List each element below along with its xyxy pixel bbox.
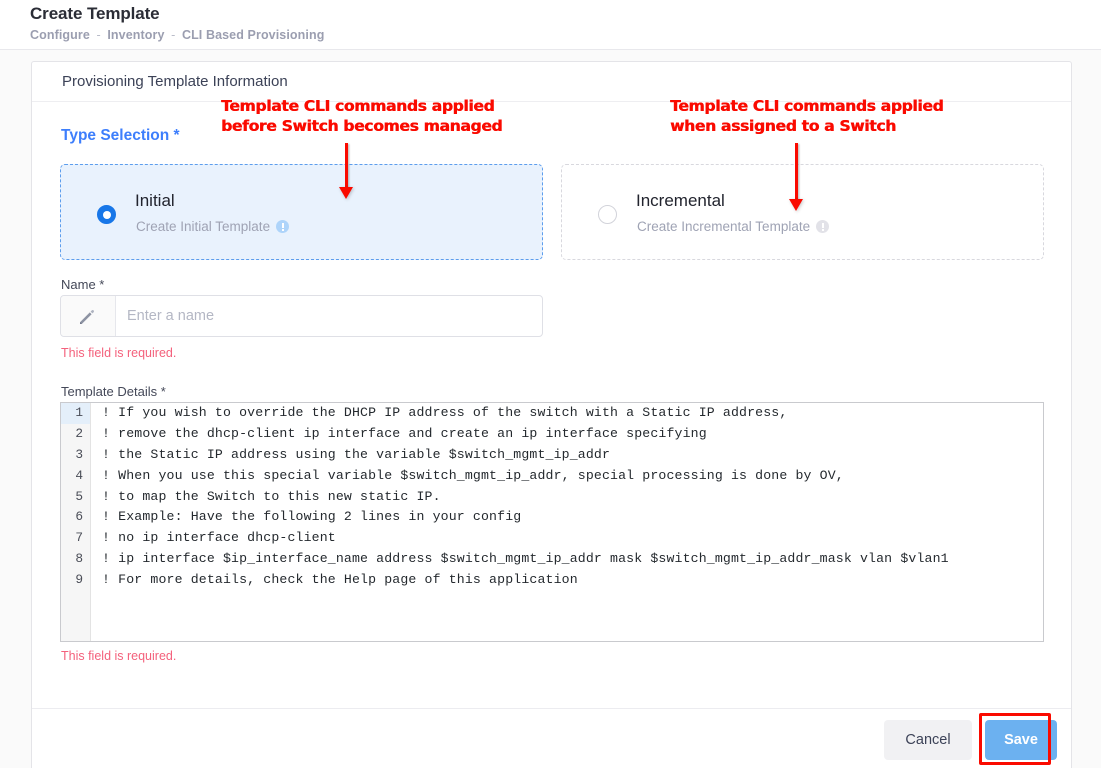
type-option-initial-subtitle: Create Initial Template xyxy=(136,219,289,234)
save-button[interactable]: Save xyxy=(985,720,1057,760)
editor-line-number: 5 xyxy=(61,487,90,508)
provisioning-template-panel: Provisioning Template Information Type S… xyxy=(31,61,1072,768)
name-field-label: Name * xyxy=(61,277,104,292)
editor-code-area[interactable]: ! If you wish to override the DHCP IP ad… xyxy=(92,403,1043,641)
editor-line-number: 9 xyxy=(61,570,90,591)
radio-initial[interactable] xyxy=(97,205,116,224)
editor-code-line[interactable]: ! When you use this special variable $sw… xyxy=(102,466,1043,487)
template-details-label: Template Details * xyxy=(61,384,166,399)
annotation-incremental-text: Template CLI commands applied when assig… xyxy=(670,96,943,136)
pencil-icon xyxy=(78,308,96,326)
down-arrow-icon xyxy=(789,143,803,213)
type-option-initial-title: Initial xyxy=(135,191,175,211)
down-arrow-icon xyxy=(339,143,353,201)
cancel-button[interactable]: Cancel xyxy=(884,720,972,760)
breadcrumb-item-configure[interactable]: Configure xyxy=(30,28,90,42)
editor-code-line[interactable]: ! ip interface $ip_interface_name addres… xyxy=(102,549,1043,570)
name-input[interactable] xyxy=(117,297,541,335)
editor-line-number: 4 xyxy=(61,466,90,487)
name-field-wrapper xyxy=(60,295,543,337)
editor-line-number: 2 xyxy=(61,424,90,445)
info-icon[interactable] xyxy=(816,220,829,233)
editor-code-line[interactable]: ! the Static IP address using the variab… xyxy=(102,445,1043,466)
annotation-initial-text: Template CLI commands applied before Swi… xyxy=(221,96,502,136)
editor-code-line[interactable]: ! For more details, check the Help page … xyxy=(102,570,1043,591)
dialog-footer: Cancel Save xyxy=(32,708,1071,768)
editor-code-line[interactable]: ! If you wish to override the DHCP IP ad… xyxy=(102,403,1043,424)
type-selection-label: Type Selection * xyxy=(61,127,180,145)
app-root: Create Template Configure - Inventory - … xyxy=(0,0,1101,768)
editor-code-line[interactable]: ! no ip interface dhcp-client xyxy=(102,528,1043,549)
editor-line-number: 7 xyxy=(61,528,90,549)
editor-code-line[interactable]: ! Example: Have the following 2 lines in… xyxy=(102,507,1043,528)
panel-title: Provisioning Template Information xyxy=(62,73,288,90)
breadcrumb-item-inventory[interactable]: Inventory xyxy=(107,28,164,42)
type-option-incremental-title: Incremental xyxy=(636,191,725,211)
type-option-initial-subtitle-text: Create Initial Template xyxy=(136,219,270,234)
info-icon[interactable] xyxy=(276,220,289,233)
breadcrumb-separator: - xyxy=(94,28,104,42)
type-option-incremental-subtitle-text: Create Incremental Template xyxy=(637,219,810,234)
radio-incremental[interactable] xyxy=(598,205,617,224)
page-title: Create Template xyxy=(30,4,160,24)
page-header: Create Template Configure - Inventory - … xyxy=(0,0,1101,50)
editor-line-number: 1 xyxy=(61,403,90,424)
template-details-editor[interactable]: 123456789 ! If you wish to override the … xyxy=(60,402,1044,642)
breadcrumb-separator: - xyxy=(168,28,178,42)
editor-code-line[interactable]: ! remove the dhcp-client ip interface an… xyxy=(102,424,1043,445)
breadcrumb-item-cli-based-provisioning[interactable]: CLI Based Provisioning xyxy=(182,28,325,42)
editor-code-line[interactable]: ! to map the Switch to this new static I… xyxy=(102,487,1043,508)
editor-line-number: 6 xyxy=(61,507,90,528)
type-option-incremental-subtitle: Create Incremental Template xyxy=(637,219,829,234)
breadcrumb: Configure - Inventory - CLI Based Provis… xyxy=(30,28,324,42)
editor-line-number: 3 xyxy=(61,445,90,466)
type-option-initial[interactable]: Initial Create Initial Template xyxy=(60,164,543,260)
template-details-error: This field is required. xyxy=(61,649,176,663)
editor-line-number: 8 xyxy=(61,549,90,570)
name-field-error: This field is required. xyxy=(61,346,176,360)
name-field-icon-addon xyxy=(61,296,116,336)
editor-gutter: 123456789 xyxy=(61,403,91,641)
